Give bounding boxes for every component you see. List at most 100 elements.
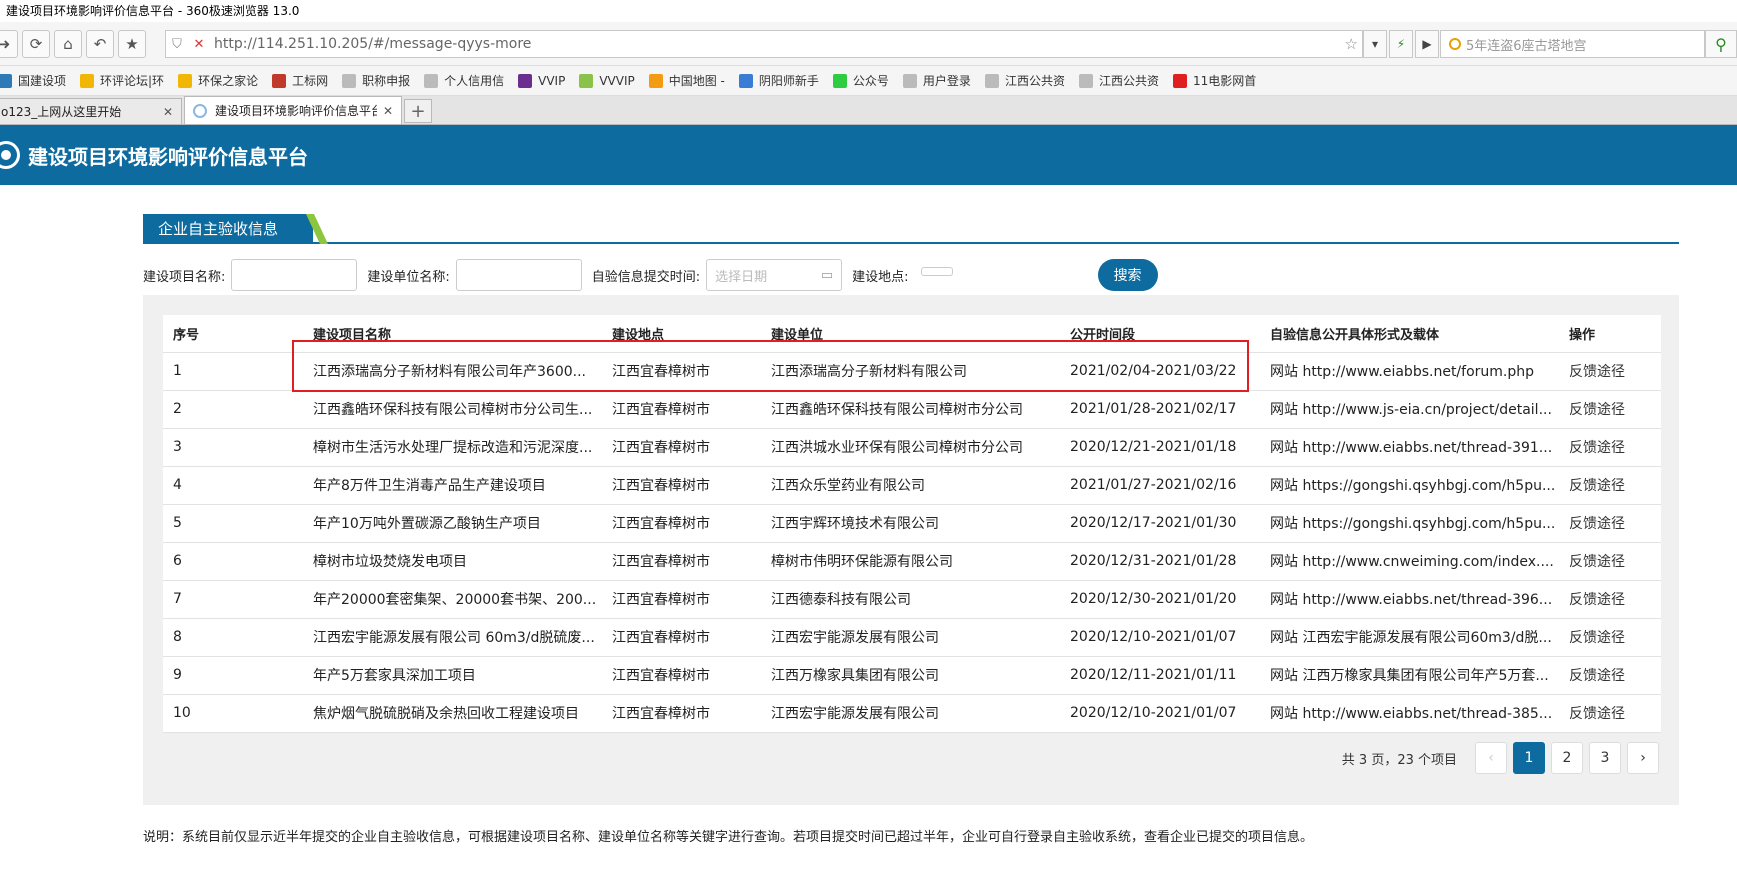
bookmark-item[interactable]: 工标网: [272, 72, 328, 89]
bookmark-item[interactable]: 江西公共资: [984, 72, 1065, 89]
bookmark-star-icon[interactable]: ☆: [1345, 35, 1358, 53]
feedback-link[interactable]: 反馈途径: [1559, 694, 1661, 733]
tab-hao123[interactable]: o123_上网从这里开始 ✕: [0, 98, 182, 124]
search-icon[interactable]: ⚲: [1705, 30, 1737, 58]
address-bar[interactable]: ⛉ ✕ http://114.251.10.205/#/message-qyys…: [165, 30, 1363, 58]
insecure-site-icon: ✕: [193, 36, 205, 52]
project-name-cell[interactable]: 樟树市生活污水处理厂提标改造和污泥深度...: [303, 428, 602, 467]
bookmark-item[interactable]: 公众号: [832, 72, 889, 89]
table-row[interactable]: 1 江西添瑞高分子新材料有限公司年产3600... 江西宜春樟树市 江西添瑞高分子新材…: [163, 352, 1661, 391]
bookmark-item[interactable]: 环评论坛|环: [80, 72, 164, 89]
date-picker[interactable]: 选择日期 ▭: [706, 259, 843, 291]
bookmark-label: 阴阳师新手: [758, 74, 819, 88]
prev-page-button[interactable]: ‹: [1475, 742, 1507, 774]
project-name-cell[interactable]: 焦炉烟气脱硫脱硝及余热回收工程建设项目: [303, 694, 602, 733]
close-icon[interactable]: ✕: [383, 104, 393, 118]
feedback-link[interactable]: 反馈途径: [1559, 428, 1661, 467]
unit-name-input[interactable]: [455, 259, 582, 291]
carrier-cell: 网站 江西万橡家具集团有限公司年产5万套...: [1260, 656, 1559, 695]
close-icon[interactable]: ✕: [163, 105, 173, 119]
forward-icon[interactable]: ➜: [0, 29, 18, 58]
bookmark-label: 环评论坛|环: [100, 74, 165, 88]
table-row[interactable]: 2 江西鑫皓环保科技有限公司樟树市分公司生... 江西宜春樟树市 江西鑫皓环保科技有限…: [163, 390, 1661, 429]
project-name-cell[interactable]: 年产10万吨外置碳源乙酸钠生产项目: [303, 504, 602, 543]
location-cell: 江西宜春樟树市: [602, 656, 761, 695]
table-row[interactable]: 6 樟树市垃圾焚烧发电项目 江西宜春樟树市 樟树市伟明环保能源有限公司 2020/12/…: [163, 542, 1661, 581]
bookmark-item[interactable]: 国建设项: [0, 72, 66, 89]
home-icon[interactable]: ⌂: [54, 29, 82, 58]
page-3-button[interactable]: 3: [1589, 742, 1621, 774]
bookmark-favicon-icon: [178, 73, 193, 88]
site-logo-icon: [0, 141, 20, 169]
bookmark-item[interactable]: 中国地图 -: [648, 72, 725, 89]
project-name-cell[interactable]: 江西鑫皓环保科技有限公司樟树市分公司生...: [303, 390, 602, 429]
carrier-cell: 网站 http://www.eiabbs.net/thread-385...: [1260, 694, 1559, 733]
location-cell: 江西宜春樟树市: [602, 466, 761, 505]
project-name-cell[interactable]: 年产8万件卫生消毒产品生产建设项目: [303, 466, 602, 505]
refresh-icon[interactable]: ⟳: [22, 29, 50, 58]
search-button[interactable]: 搜索: [1097, 259, 1158, 291]
project-name-cell[interactable]: 年产20000套密集架、20000套书架、200...: [303, 580, 602, 619]
carrier-cell: 网站 江西宏宇能源发展有限公司60m3/d脱...: [1260, 618, 1559, 657]
search-filters: 建设项目名称: 建设单位名称: 自验信息提交时间: 选择日期 ▭ 建设地点: 搜…: [143, 258, 1158, 292]
bookmark-item[interactable]: 阴阳师新手: [738, 72, 819, 89]
calendar-icon: ▭: [820, 267, 834, 283]
page-1-button[interactable]: 1: [1513, 742, 1545, 774]
bookmark-item[interactable]: 环保之家论: [178, 72, 258, 89]
unit-name-label: 建设单位名称:: [367, 269, 450, 285]
location-cell: 江西宜春樟树市: [602, 504, 761, 543]
location-cell: 江西宜春樟树市: [602, 542, 761, 581]
feedback-link[interactable]: 反馈途径: [1559, 618, 1661, 657]
feedback-link[interactable]: 反馈途径: [1559, 390, 1661, 429]
unit-cell: 江西德泰科技有限公司: [761, 580, 1060, 619]
project-name-input[interactable]: [231, 259, 358, 291]
bookmark-item[interactable]: 个人信用信: [424, 72, 504, 89]
project-name-cell[interactable]: 江西宏宇能源发展有限公司 60m3/d脱硫废...: [303, 618, 602, 657]
tab-strip: o123_上网从这里开始 ✕ 建设项目环境影响评价信息平台 ✕ +: [0, 96, 1737, 125]
bookmark-item[interactable]: VVVIP: [579, 73, 635, 88]
feedback-link[interactable]: 反馈途径: [1559, 466, 1661, 505]
column-header: 操作: [1559, 315, 1661, 353]
table-row[interactable]: 8 江西宏宇能源发展有限公司 60m3/d脱硫废... 江西宜春樟树市 江西宏宇能源发…: [163, 618, 1661, 657]
tab-eia-platform[interactable]: 建设项目环境影响评价信息平台 ✕: [184, 96, 402, 124]
project-name-cell[interactable]: 樟树市垃圾焚烧发电项目: [303, 542, 602, 581]
unit-cell: 江西宏宇能源发展有限公司: [761, 694, 1060, 733]
bookmark-item[interactable]: 职称申报: [342, 72, 410, 89]
address-url[interactable]: http://114.251.10.205/#/message-qyys-mor…: [214, 36, 531, 52]
search-input[interactable]: 5年连盗6座古塔地宫: [1440, 30, 1705, 58]
table-row[interactable]: 4 年产8万件卫生消毒产品生产建设项目 江西宜春樟树市 江西众乐堂药业有限公司 2021…: [163, 466, 1661, 505]
row-number: 10: [163, 694, 303, 733]
feedback-link[interactable]: 反馈途径: [1559, 504, 1661, 543]
feedback-link[interactable]: 反馈途径: [1559, 656, 1661, 695]
lightning-icon[interactable]: ⚡: [1389, 30, 1413, 58]
location-select[interactable]: [920, 266, 953, 276]
dropdown-chevron-icon[interactable]: ▾: [1363, 30, 1387, 58]
play-icon[interactable]: ▶: [1415, 30, 1439, 58]
bookmark-favicon-icon: [80, 73, 95, 88]
new-tab-plus-icon[interactable]: +: [404, 99, 432, 123]
feedback-link[interactable]: 反馈途径: [1559, 580, 1661, 619]
bookmark-item[interactable]: 11电影网首: [1172, 72, 1256, 89]
table-row[interactable]: 3 樟树市生活污水处理厂提标改造和污泥深度... 江西宜春樟树市 江西洪城水业环保有限…: [163, 428, 1661, 467]
table-row[interactable]: 7 年产20000套密集架、20000套书架、200... 江西宜春樟树市 江西德泰科…: [163, 580, 1661, 619]
browser-toolbar: ➜ ⟳ ⌂ ↶ ★ ⛉ ✕ http://114.251.10.205/#/me…: [0, 22, 1737, 66]
favorites-star-icon[interactable]: ★: [118, 29, 146, 58]
table-row[interactable]: 5 年产10万吨外置碳源乙酸钠生产项目 江西宜春樟树市 江西宇辉环境技术有限公司 202…: [163, 504, 1661, 543]
submit-time-label: 自验信息提交时间:: [591, 269, 701, 285]
bookmark-item[interactable]: VVIP: [518, 73, 565, 88]
project-name-cell[interactable]: 江西添瑞高分子新材料有限公司年产3600...: [303, 352, 602, 391]
table-row[interactable]: 10 焦炉烟气脱硫脱硝及余热回收工程建设项目 江西宜春樟树市 江西宏宇能源发展有限公司…: [163, 694, 1661, 733]
undo-icon[interactable]: ↶: [86, 29, 114, 58]
bookmark-item[interactable]: 江西公共资: [1078, 72, 1159, 89]
column-header: 自验信息公开具体形式及载体: [1260, 315, 1559, 353]
feedback-link[interactable]: 反馈途径: [1559, 542, 1661, 581]
feedback-link[interactable]: 反馈途径: [1559, 352, 1661, 391]
page-2-button[interactable]: 2: [1551, 742, 1583, 774]
next-page-button[interactable]: ›: [1627, 742, 1659, 774]
project-name-label: 建设项目名称:: [143, 269, 226, 285]
bookmark-item[interactable]: 用户登录: [902, 72, 971, 89]
project-name-cell[interactable]: 年产5万套家具深加工项目: [303, 656, 602, 695]
bookmark-label: 江西公共资: [1004, 74, 1065, 88]
unit-cell: 江西宏宇能源发展有限公司: [761, 618, 1060, 657]
table-row[interactable]: 9 年产5万套家具深加工项目 江西宜春樟树市 江西万橡家具集团有限公司 2020/12/…: [163, 656, 1661, 695]
